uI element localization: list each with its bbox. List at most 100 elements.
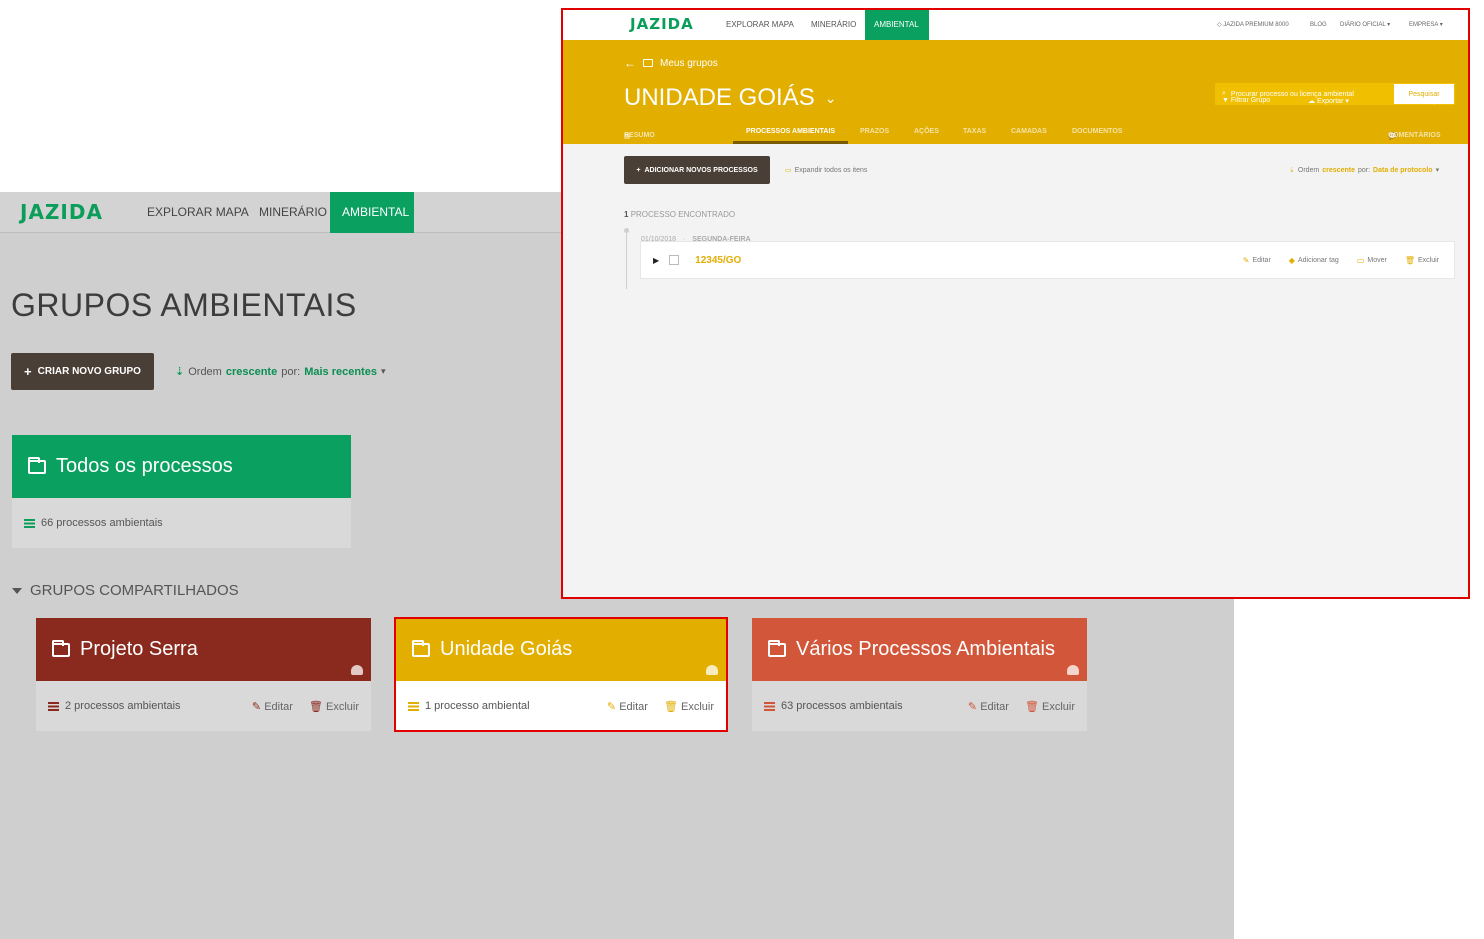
process-count: 2 processos ambientais: [65, 700, 181, 712]
card-header[interactable]: Todos os processos: [12, 435, 351, 498]
add-tag-button[interactable]: ◆ Adicionar tag: [1289, 256, 1339, 265]
pencil-icon: ✎: [967, 700, 978, 713]
page-title: GRUPOS AMBIENTAIS: [11, 287, 357, 323]
trash-icon: 🗑: [663, 700, 678, 713]
folder-open-icon: ▭: [1356, 255, 1365, 265]
nav-ambiental[interactable]: AMBIENTAL: [865, 10, 929, 40]
chevron-down-icon: ▾: [380, 366, 386, 376]
move-process-button[interactable]: ▭ Mover: [1357, 256, 1387, 265]
card-title: Todos os processos: [56, 455, 233, 477]
folder-icon: [768, 639, 786, 657]
all-processes-card[interactable]: Todos os processos 66 processos ambienta…: [12, 435, 351, 548]
jazida-logo[interactable]: JAZIDA: [20, 200, 103, 224]
trash-icon: 🗑: [308, 700, 323, 713]
shared-users-icon: [1067, 665, 1079, 675]
create-group-button[interactable]: + CRIAR NOVO GRUPO: [11, 353, 154, 390]
pencil-icon: ✎: [606, 700, 617, 713]
process-number[interactable]: 12345/GO: [695, 255, 741, 266]
plus-icon: +: [24, 364, 32, 379]
expand-all-button[interactable]: ▭ Expandir todos os itens: [785, 166, 867, 175]
process-count: 66 processos ambientais: [41, 517, 163, 529]
list-icon: [24, 518, 35, 528]
group-header: ← Meus grupos UNIDADE GOIÁS ⌄ ⌕ Procurar…: [563, 40, 1468, 144]
blog-link[interactable]: BLOG: [1310, 10, 1327, 40]
card-header[interactable]: Vários Processos Ambientais: [752, 618, 1087, 681]
results-count: 1 PROCESSO ENCONTRADO: [624, 210, 736, 219]
delete-button[interactable]: 🗑 Excluir: [309, 700, 359, 713]
card-footer: 66 processos ambientais: [12, 498, 351, 548]
timeline-line: [626, 229, 627, 289]
filter-group-button[interactable]: ▼ Filtrar Grupo: [1222, 97, 1270, 104]
folder-icon: [412, 639, 430, 657]
tab-taxas[interactable]: TAXAS: [963, 128, 986, 135]
nav-minerario[interactable]: MINERÁRIO: [811, 10, 856, 40]
folder-icon: [643, 59, 653, 67]
group-title-dropdown[interactable]: UNIDADE GOIÁS ⌄: [624, 84, 836, 112]
tab-processos-ambientais[interactable]: PROCESSOS AMBIENTAIS: [746, 128, 835, 135]
tab-bar: ▦ RESUMO PROCESSOS AMBIENTAIS PRAZOS AÇÕ…: [624, 128, 1441, 140]
nav-explorar-mapa[interactable]: EXPLORAR MAPA: [147, 192, 249, 233]
chevron-down-icon: ▾: [1345, 98, 1349, 105]
diario-oficial-menu[interactable]: DIÁRIO OFICIAL ▾: [1340, 10, 1390, 40]
jazida-logo[interactable]: JAZIDA: [630, 15, 694, 33]
card-title: Unidade Goiás: [440, 638, 573, 660]
group-card-projeto-serra[interactable]: Projeto Serra 2 processos ambientais ✎ E…: [36, 618, 371, 731]
card-header[interactable]: Unidade Goiás: [396, 618, 726, 681]
tab-prazos[interactable]: PRAZOS: [860, 128, 889, 135]
process-row[interactable]: ▶ 12345/GO ✎ Editar ◆ Adicionar tag ▭ Mover…: [640, 241, 1455, 279]
group-card-unidade-goias[interactable]: Unidade Goiás 1 processo ambiental ✎ Edi…: [396, 618, 726, 731]
edit-button[interactable]: ✎ Editar: [252, 700, 293, 713]
process-count: 1 processo ambiental: [425, 700, 530, 712]
delete-process-button[interactable]: 🗑 Excluir: [1405, 256, 1439, 265]
delete-button[interactable]: 🗑 Excluir: [664, 700, 714, 713]
card-footer: 2 processos ambientais ✎ Editar 🗑 Exclui…: [36, 681, 371, 731]
tab-documentos[interactable]: DOCUMENTOS: [1072, 128, 1122, 135]
chevron-down-icon: ▾: [1435, 167, 1440, 174]
row-checkbox[interactable]: [669, 255, 680, 265]
shared-groups-toggle[interactable]: GRUPOS COMPARTILHADOS: [12, 582, 239, 599]
back-to-groups-link[interactable]: ← Meus grupos: [624, 56, 718, 70]
pencil-icon: ✎: [1394, 98, 1400, 105]
card-footer: 1 processo ambiental ✎ Editar 🗑 Excluir: [396, 681, 726, 731]
diamond-icon: ◇: [1217, 22, 1222, 28]
folder-icon: [52, 639, 70, 657]
sort-order[interactable]: ⇣ Ordem crescente por: Data de protocolo…: [1289, 166, 1440, 175]
card-title: Projeto Serra: [80, 638, 198, 660]
group-card-varios-processos[interactable]: Vários Processos Ambientais 63 processos…: [752, 618, 1087, 731]
plus-icon: +: [636, 166, 641, 174]
list-icon: [48, 701, 59, 711]
edit-group-button[interactable]: ✎ Editar Grupo: [1394, 97, 1442, 105]
nav-ambiental[interactable]: AMBIENTAL: [330, 192, 414, 233]
tab-camadas[interactable]: CAMADAS: [1011, 128, 1047, 135]
nav-explorar-mapa[interactable]: EXPLORAR MAPA: [726, 10, 794, 40]
group-title: UNIDADE GOIÁS: [624, 84, 815, 111]
tab-acoes[interactable]: AÇÕES: [914, 128, 939, 135]
export-button[interactable]: ☁ Exportar ▾: [1308, 97, 1349, 105]
expand-icon: ▭: [785, 167, 792, 174]
edit-button[interactable]: ✎ Editar: [607, 700, 648, 713]
shared-users-icon: [706, 665, 718, 675]
trash-icon: 🗑: [1024, 700, 1039, 713]
tag-icon: ◆: [1288, 255, 1295, 265]
list-icon: [408, 701, 419, 711]
empresa-menu[interactable]: EMPRESA ▾: [1409, 10, 1443, 40]
pencil-icon: ✎: [251, 700, 262, 713]
sort-order[interactable]: ⇣ Ordem crescente por: Mais recentes ▾: [175, 365, 386, 379]
timeline-dot: [624, 228, 629, 233]
trash-icon: 🗑: [1404, 255, 1415, 265]
edit-process-button[interactable]: ✎ Editar: [1243, 256, 1271, 265]
premium-link[interactable]: ◇ JAZIDA PREMIUM 8000: [1217, 10, 1289, 40]
arrow-left-icon: ←: [624, 56, 636, 70]
card-title: Vários Processos Ambientais: [796, 638, 1056, 660]
list-icon: [764, 701, 775, 711]
caret-right-icon[interactable]: ▶: [653, 256, 659, 265]
delete-button[interactable]: 🗑 Excluir: [1025, 700, 1075, 713]
cloud-download-icon: ☁: [1308, 98, 1315, 105]
add-processes-button[interactable]: + ADICIONAR NOVOS PROCESSOS: [624, 156, 770, 184]
card-header[interactable]: Projeto Serra: [36, 618, 371, 681]
caret-down-icon: ▾: [1439, 22, 1443, 28]
filter-icon: ▼: [1222, 97, 1229, 104]
process-count: 63 processos ambientais: [781, 700, 903, 712]
edit-button[interactable]: ✎ Editar: [968, 700, 1009, 713]
nav-minerario[interactable]: MINERÁRIO: [259, 192, 327, 233]
